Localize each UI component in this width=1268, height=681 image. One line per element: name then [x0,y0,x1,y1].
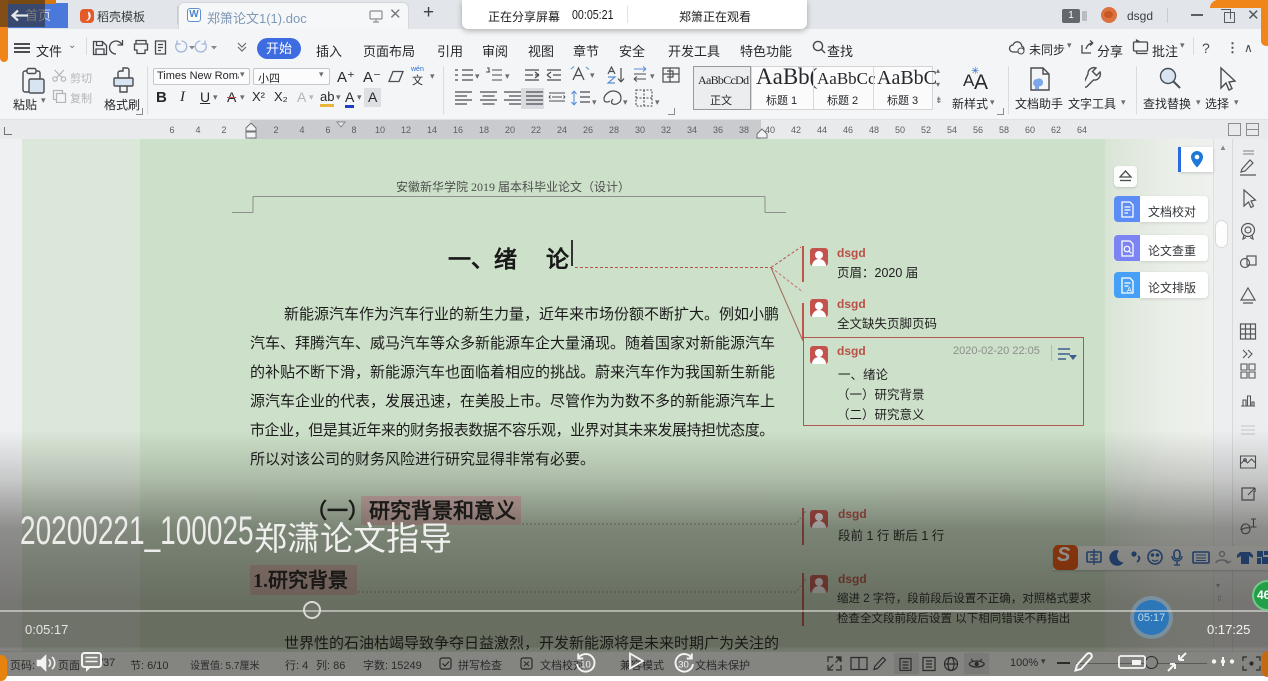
svg-text:10: 10 [580,660,591,671]
svg-text:▾: ▾ [590,70,595,80]
svg-text:▾: ▾ [592,97,597,107]
svg-text:✳: ✳ [971,66,979,77]
svg-text:▾: ▾ [505,71,510,81]
svg-text:▾: ▾ [655,97,660,107]
svg-text:A: A [1127,287,1132,294]
svg-text:▾: ▾ [650,71,655,81]
svg-text:▾: ▾ [475,71,480,81]
svg-text:30: 30 [678,660,689,671]
svg-text:▾: ▾ [623,97,628,107]
